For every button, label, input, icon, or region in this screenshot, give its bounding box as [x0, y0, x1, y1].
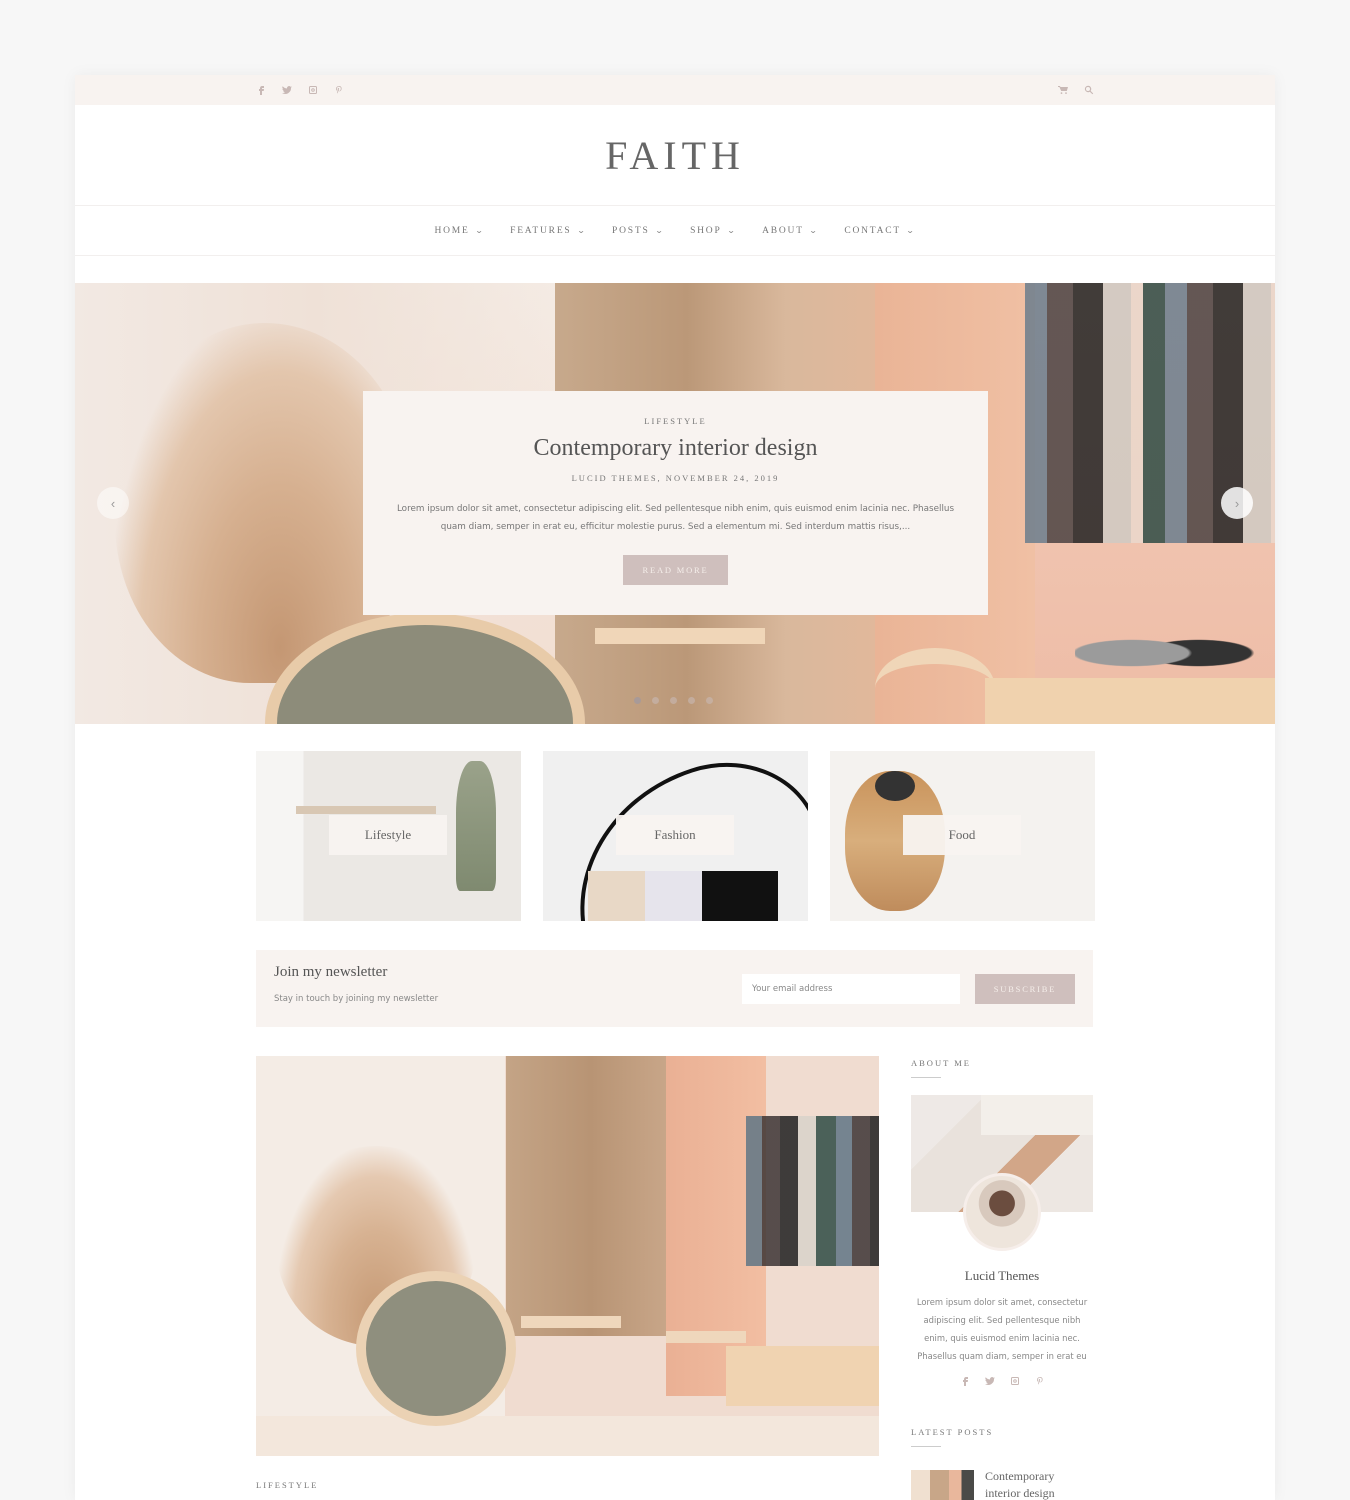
chevron-down-icon: ⌄ — [576, 226, 588, 235]
instagram-icon[interactable] — [307, 83, 319, 96]
slide-meta: LUCID THEMES, NOVEMBER 24, 2019 — [571, 473, 780, 483]
chevron-right-icon: › — [1234, 495, 1240, 511]
newsletter-box: Join my newsletter Stay in touch by join… — [256, 950, 1093, 1027]
about-widget: ABOUT ME Lucid Themes Lorem ipsum dolor … — [911, 1056, 1093, 1387]
about-name: Lucid Themes — [964, 1268, 1040, 1283]
search-icon[interactable] — [1083, 83, 1095, 96]
nav-label: ABOUT — [762, 225, 804, 236]
image-curtain — [506, 1056, 676, 1336]
category-tile-fashion[interactable]: Fashion — [543, 751, 808, 921]
latest-post-item[interactable]: Contemporary interior design — [911, 1469, 1093, 1500]
header-social-links — [255, 83, 345, 96]
site-logo[interactable]: FAITH — [605, 132, 745, 179]
category-tile-lifestyle[interactable]: Lifestyle — [256, 751, 521, 921]
read-more-button[interactable]: READ MORE — [623, 555, 728, 585]
category-label: Fashion — [616, 815, 734, 855]
slide-category[interactable]: LIFESTYLE — [363, 416, 988, 426]
slide-image-stool — [595, 628, 765, 724]
nav-label: CONTACT — [844, 225, 902, 236]
newsletter-title: Join my newsletter — [274, 964, 388, 980]
latest-posts-widget: LATEST POSTS Contemporary interior desig… — [911, 1425, 1093, 1500]
slider-dots — [634, 697, 713, 704]
nav-label: FEATURES — [510, 225, 572, 236]
nav-item-posts[interactable]: POSTS ⌄ — [612, 226, 664, 236]
chevron-left-icon: ‹ — [110, 495, 116, 511]
nav-label: HOME — [434, 225, 470, 236]
slide-image-cabinet — [985, 678, 1275, 724]
widget-title: LATEST POSTS — [911, 1427, 994, 1437]
post-category[interactable]: LIFESTYLE — [256, 1480, 318, 1490]
category-tile-food[interactable]: Food — [830, 751, 1095, 921]
slider-dot[interactable] — [652, 697, 659, 704]
main-nav: HOME ⌄ FEATURES ⌄ POSTS ⌄ SHOP ⌄ ABOUT ⌄ CONT… — [75, 206, 1275, 256]
image-mirror — [356, 1271, 516, 1426]
slider-next-button[interactable]: › — [1221, 487, 1253, 519]
image-stool — [521, 1316, 621, 1426]
slide-title[interactable]: Contemporary interior design — [363, 435, 988, 462]
nav-item-features[interactable]: FEATURES ⌄ — [510, 226, 586, 236]
latest-post-thumbnail — [911, 1470, 974, 1500]
image-cabinet — [726, 1346, 879, 1406]
slider-dot[interactable] — [706, 697, 713, 704]
slider-dot[interactable] — [670, 697, 677, 704]
slide-image-stool — [875, 648, 995, 724]
image-clothes — [746, 1116, 879, 1266]
avatar — [963, 1173, 1041, 1251]
nav-label: POSTS — [612, 225, 650, 236]
featured-post-image[interactable] — [256, 1056, 879, 1456]
featured-slider: LIFESTYLE Contemporary interior design L… — [75, 283, 1275, 724]
slider-prev-button[interactable]: ‹ — [97, 487, 129, 519]
facebook-icon[interactable] — [255, 83, 267, 96]
header-tools — [1057, 83, 1095, 96]
nav-label: SHOP — [690, 225, 722, 236]
category-tiles: Lifestyle Fashion Food — [256, 751, 1095, 921]
newsletter-subtitle: Stay in touch by joining my newsletter — [274, 994, 439, 1004]
chevron-down-icon: ⌄ — [654, 226, 666, 235]
slide-image-hats — [1075, 623, 1265, 673]
cart-icon[interactable] — [1057, 83, 1069, 96]
divider — [911, 1077, 941, 1078]
nav-item-shop[interactable]: SHOP ⌄ — [690, 226, 736, 236]
instagram-icon[interactable] — [1009, 1374, 1021, 1387]
page: FAITH HOME ⌄ FEATURES ⌄ POSTS ⌄ SHOP ⌄ ABOUT… — [75, 75, 1275, 1500]
widget-title: ABOUT ME — [911, 1058, 971, 1068]
twitter-icon[interactable] — [281, 83, 293, 96]
facebook-icon[interactable] — [959, 1374, 971, 1387]
twitter-icon[interactable] — [984, 1374, 996, 1387]
slide-card: LIFESTYLE Contemporary interior design L… — [363, 391, 988, 615]
email-input[interactable] — [742, 974, 960, 1004]
category-label: Food — [903, 815, 1021, 855]
top-bar — [75, 75, 1275, 105]
chevron-down-icon: ⌄ — [474, 226, 486, 235]
pinterest-icon[interactable] — [333, 83, 345, 96]
about-social-links — [911, 1374, 1093, 1387]
category-label: Lifestyle — [329, 815, 447, 855]
slide-excerpt: Lorem ipsum dolor sit amet, consectetur … — [396, 504, 955, 532]
image-detail — [981, 1095, 1093, 1135]
about-text: Lorem ipsum dolor sit amet, consectetur … — [916, 1297, 1088, 1361]
chevron-down-icon: ⌄ — [726, 226, 738, 235]
sidebar: ABOUT ME Lucid Themes Lorem ipsum dolor … — [911, 1056, 1093, 1500]
subscribe-button[interactable]: SUBSCRIBE — [975, 974, 1075, 1004]
about-cover-image — [911, 1095, 1093, 1251]
pinterest-icon[interactable] — [1034, 1374, 1046, 1387]
nav-item-home[interactable]: HOME ⌄ — [434, 226, 484, 236]
nav-item-about[interactable]: ABOUT ⌄ — [762, 226, 818, 236]
latest-post-title: Contemporary interior design — [985, 1469, 1055, 1500]
slider-dot[interactable] — [688, 697, 695, 704]
chevron-down-icon: ⌄ — [905, 226, 917, 235]
divider — [911, 1446, 941, 1447]
nav-item-contact[interactable]: CONTACT ⌄ — [844, 226, 915, 236]
chevron-down-icon: ⌄ — [808, 226, 820, 235]
site-header: FAITH — [75, 105, 1275, 206]
slider-dot[interactable] — [634, 697, 641, 704]
